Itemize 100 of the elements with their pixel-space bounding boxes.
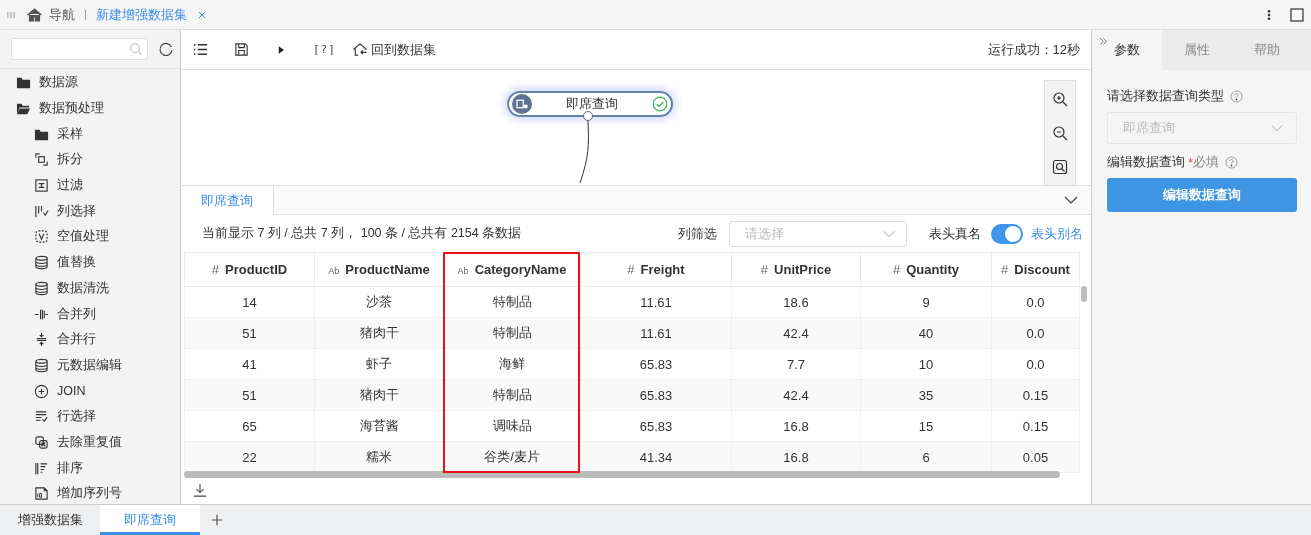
- tree-item[interactable]: 合并行: [0, 326, 180, 353]
- query-node[interactable]: 即席查询: [507, 91, 673, 117]
- column-name: ProductName: [345, 262, 430, 277]
- required-hint: 必填: [1193, 153, 1220, 171]
- column-header[interactable]: # Freight: [580, 252, 732, 287]
- column-name: ProductID: [225, 262, 288, 277]
- list-icon[interactable]: [193, 42, 208, 57]
- column-header[interactable]: # Quantity: [860, 252, 992, 287]
- type-marker: Ab: [328, 266, 340, 276]
- column-header[interactable]: Ab CategoryName: [443, 252, 581, 287]
- column-header[interactable]: Ab ProductName: [314, 252, 444, 287]
- add-tab-icon[interactable]: [210, 513, 224, 527]
- zoom-in-icon[interactable]: [1052, 91, 1068, 107]
- serial-number-icon: [34, 486, 49, 502]
- tree-item[interactable]: 合并列: [0, 301, 180, 327]
- type-marker: #: [1001, 262, 1009, 277]
- plus-circle-icon: [34, 383, 49, 399]
- header-alias-label[interactable]: 表头别名: [1031, 224, 1083, 243]
- tree-item[interactable]: 列选择: [0, 198, 180, 225]
- search-field[interactable]: [11, 38, 148, 60]
- home-icon[interactable]: [26, 6, 43, 23]
- zoom-out-icon[interactable]: [1052, 125, 1068, 141]
- panel-tab[interactable]: 参数: [1092, 30, 1162, 70]
- required-mark: *: [1188, 154, 1194, 170]
- tree-item[interactable]: 元数据编辑: [0, 352, 180, 379]
- query-node-icon: [512, 94, 532, 114]
- table-cell: 0.0: [991, 286, 1080, 318]
- sheet-tab[interactable]: 增强数据集: [0, 505, 100, 535]
- table-cell: 41: [184, 348, 315, 380]
- field-label: 请选择数据查询类型: [1107, 87, 1224, 105]
- tree-item[interactable]: 增加序列号: [0, 481, 180, 504]
- null-icon: [34, 229, 49, 245]
- tree-item[interactable]: 数据预处理: [0, 95, 180, 122]
- column-header[interactable]: # Discount: [991, 252, 1080, 287]
- tree-item[interactable]: 排序: [0, 455, 180, 481]
- nav-link[interactable]: 导航: [49, 5, 75, 24]
- save-icon[interactable]: [234, 42, 249, 57]
- table-cell: 0.15: [991, 410, 1080, 442]
- table-cell: 0.0: [991, 348, 1080, 380]
- run-status: 运行成功：12秒: [987, 40, 1080, 59]
- home-return-icon: [351, 42, 368, 57]
- table-cell: 猪肉干: [314, 317, 444, 349]
- type-marker: #: [893, 262, 901, 277]
- download-icon[interactable]: [193, 483, 207, 497]
- column-name: Quantity: [906, 262, 959, 277]
- table-cell: 11.61: [580, 286, 732, 318]
- tree-item[interactable]: JOIN: [0, 378, 180, 404]
- fit-view-icon[interactable]: [1052, 159, 1068, 175]
- help-button[interactable]: [?]: [313, 43, 336, 56]
- table-cell: 0.0: [991, 317, 1080, 349]
- row-select-icon: [34, 409, 49, 425]
- search-icon: [129, 42, 143, 56]
- maximize-icon[interactable]: [1289, 6, 1305, 23]
- table-cell: 65.83: [580, 410, 732, 442]
- header-name-toggle[interactable]: [991, 223, 1023, 244]
- tree-item[interactable]: 采样: [0, 121, 180, 148]
- tree-item[interactable]: 过滤: [0, 172, 180, 199]
- tree-item[interactable]: 去除重复值: [0, 429, 180, 456]
- column-header[interactable]: # ProductID: [184, 252, 315, 287]
- tree-item[interactable]: 值替换: [0, 249, 180, 276]
- table-cell: 特制品: [443, 286, 581, 318]
- type-marker: #: [627, 262, 635, 277]
- type-marker: #: [211, 262, 220, 277]
- table-cell: 14: [184, 286, 315, 318]
- column-name: Freight: [640, 262, 685, 277]
- table-cell: 11.61: [580, 317, 732, 349]
- column-header[interactable]: # UnitPrice: [731, 252, 861, 287]
- table-cell: 特制品: [443, 317, 581, 349]
- toggle-label: 表头真名: [929, 224, 981, 243]
- open-folder-icon: [16, 101, 31, 117]
- expand-panel-icon[interactable]: [1099, 36, 1109, 48]
- vertical-scrollbar[interactable]: [1081, 286, 1087, 302]
- refresh-icon[interactable]: [158, 41, 174, 57]
- back-to-dataset-button[interactable]: 回到数据集: [351, 40, 436, 59]
- horizontal-scrollbar[interactable]: [184, 471, 1060, 478]
- tree-item[interactable]: 空值处理: [0, 224, 180, 250]
- table-cell: 特制品: [443, 379, 581, 411]
- table-cell: 调味品: [443, 410, 581, 442]
- database-icon: [34, 255, 49, 271]
- table-cell: 42.4: [731, 317, 861, 349]
- split-icon: [34, 152, 49, 168]
- select-placeholder: 请选择: [745, 224, 784, 243]
- type-marker: #: [760, 262, 769, 277]
- tree-item[interactable]: 数据源: [0, 70, 180, 96]
- table-cell: 猪肉干: [314, 379, 444, 411]
- tree-item[interactable]: 数据清洗: [0, 275, 180, 302]
- node-label: 即席查询: [565, 95, 619, 113]
- table-cell: 0.15: [991, 379, 1080, 411]
- tree-item[interactable]: 行选择: [0, 403, 180, 430]
- column-filter-label: 列筛选: [678, 224, 717, 243]
- column-name: UnitPrice: [774, 262, 832, 277]
- column-name: CategoryName: [474, 262, 567, 277]
- result-tab[interactable]: 即席查询: [181, 186, 274, 215]
- tree-item[interactable]: 拆分: [0, 147, 180, 173]
- table-cell: 35: [860, 379, 992, 411]
- sheet-tab[interactable]: 即席查询: [100, 505, 200, 535]
- database-icon: [34, 357, 49, 373]
- table-cell: 7.7: [731, 348, 861, 380]
- help-icon: [1230, 89, 1243, 103]
- close-icon[interactable]: [197, 9, 207, 20]
